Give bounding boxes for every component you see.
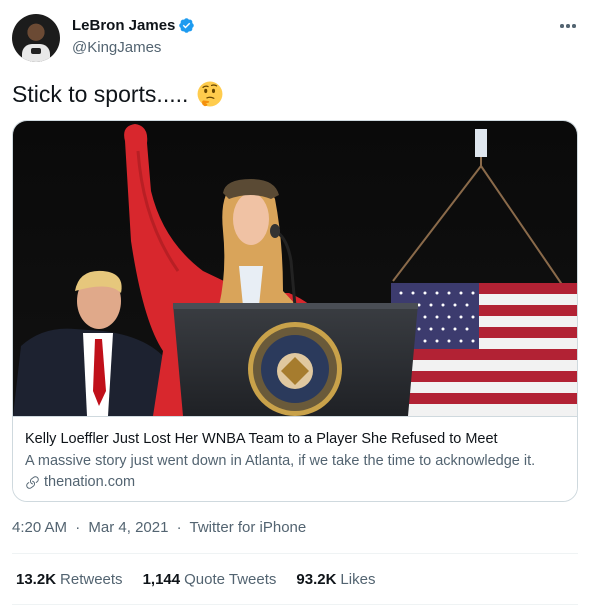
likes-stat[interactable]: 93.2K Likes xyxy=(296,571,375,588)
verified-badge-icon xyxy=(179,18,195,33)
quote-tweets-label: Quote Tweets xyxy=(184,571,277,588)
author-avatar[interactable] xyxy=(12,14,60,62)
divider-bottom xyxy=(12,604,578,605)
more-options-icon[interactable] xyxy=(558,18,578,34)
retweets-stat[interactable]: 13.2K Retweets xyxy=(16,571,123,588)
author-handle[interactable]: @KingJames xyxy=(72,39,161,56)
thinking-face-icon xyxy=(197,81,223,107)
link-card-description: A massive story just went down in Atlant… xyxy=(25,453,536,469)
tweet-stats: 13.2K Retweets 1,144 Quote Tweets 93.2K Lik… xyxy=(16,571,395,588)
author-name-row: LeBron James xyxy=(72,17,195,34)
quote-tweets-stat[interactable]: 1,144 Quote Tweets xyxy=(143,571,277,588)
tweet: LeBron James @KingJames Stick to sports.… xyxy=(0,0,596,607)
tweet-meta: 4:20 AM · Mar 4, 2021 · Twitter for iPho… xyxy=(12,519,306,536)
meta-separator: · xyxy=(75,519,81,536)
likes-count: 93.2K xyxy=(296,571,337,588)
tweet-source[interactable]: Twitter for iPhone xyxy=(190,519,307,536)
tweet-date[interactable]: Mar 4, 2021 xyxy=(88,519,168,536)
avatar-jersey-number xyxy=(31,48,41,54)
meta-separator: · xyxy=(176,519,182,536)
retweets-count: 13.2K xyxy=(16,571,57,588)
us-flag xyxy=(391,283,577,416)
link-icon xyxy=(26,475,39,489)
card-image xyxy=(13,121,577,416)
tweet-text-content: Stick to sports..... xyxy=(12,81,189,107)
tweet-text: Stick to sports..... xyxy=(12,78,224,110)
link-card-domain-row: thenation.com xyxy=(25,474,135,490)
quote-tweets-count: 1,144 xyxy=(142,571,181,588)
link-card-body: Kelly Loeffler Just Lost Her WNBA Team t… xyxy=(13,416,577,501)
likes-label: Likes xyxy=(340,571,376,588)
author-display-name[interactable]: LeBron James xyxy=(72,17,175,34)
retweets-label: Retweets xyxy=(60,571,123,588)
link-card-title: Kelly Loeffler Just Lost Her WNBA Team t… xyxy=(25,431,498,447)
link-card-domain: thenation.com xyxy=(44,474,136,490)
tweet-time[interactable]: 4:20 AM xyxy=(12,519,67,536)
divider-top xyxy=(12,553,578,554)
podium xyxy=(173,303,418,416)
link-card[interactable]: Kelly Loeffler Just Lost Her WNBA Team t… xyxy=(12,120,578,502)
